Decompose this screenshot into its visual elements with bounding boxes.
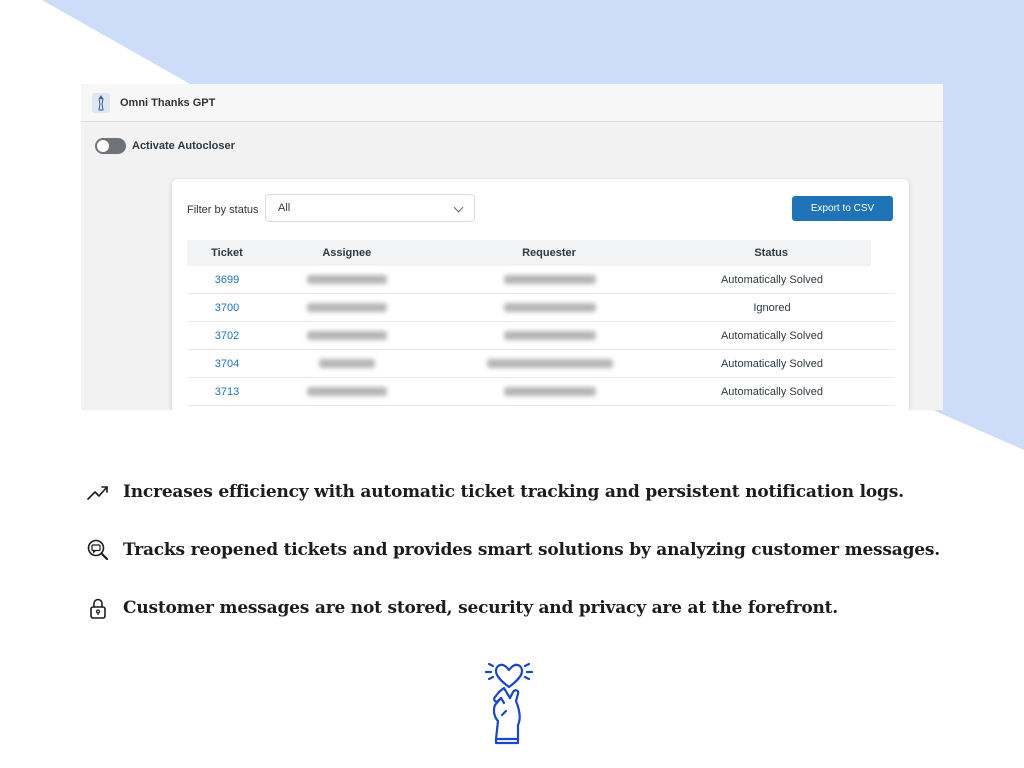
toggle-knob bbox=[97, 140, 109, 152]
requester-cell bbox=[427, 303, 672, 312]
feature-text: Increases efficiency with automatic tick… bbox=[123, 482, 904, 502]
assignee-cell bbox=[267, 303, 427, 312]
redacted-assignee bbox=[319, 359, 375, 368]
filter-label: Filter by status bbox=[187, 204, 259, 216]
table-row: 3699 Automatically Solved bbox=[187, 266, 894, 294]
lock-icon bbox=[90, 598, 106, 619]
requester-cell bbox=[427, 275, 672, 284]
feature-tracking: Tracks reopened tickets and provides sma… bbox=[86, 538, 940, 562]
tickets-card: Filter by status All Export to CSV Ticke… bbox=[172, 179, 909, 410]
assignee-cell bbox=[267, 359, 427, 368]
redacted-assignee bbox=[307, 303, 387, 312]
column-header-status[interactable]: Status bbox=[671, 247, 871, 259]
redacted-assignee bbox=[307, 275, 387, 284]
feature-text: Tracks reopened tickets and provides sma… bbox=[123, 540, 941, 560]
requester-cell bbox=[427, 359, 672, 368]
redacted-assignee bbox=[307, 331, 387, 340]
redacted-requester bbox=[503, 387, 596, 396]
status-filter-select[interactable]: All bbox=[265, 194, 475, 222]
column-header-requester[interactable]: Requester bbox=[427, 247, 672, 259]
assignee-cell bbox=[267, 331, 427, 340]
redacted-requester bbox=[503, 303, 596, 312]
status-cell: Automatically Solved bbox=[720, 357, 824, 370]
table-header: Ticket Assignee Requester Status bbox=[187, 240, 871, 266]
magnifier-message-icon bbox=[87, 539, 109, 561]
trending-up-icon bbox=[87, 486, 108, 500]
table-row: 3713 Automatically Solved bbox=[187, 378, 894, 406]
status-cell: Automatically Solved bbox=[720, 385, 824, 398]
feature-efficiency: Increases efficiency with automatic tick… bbox=[86, 481, 904, 503]
status-cell: Automatically Solved bbox=[720, 329, 824, 342]
tickets-table: Ticket Assignee Requester Status 3699 Au… bbox=[187, 240, 894, 406]
table-row: 3700 Ignored bbox=[187, 294, 894, 322]
redacted-requester bbox=[503, 331, 596, 340]
ticket-link[interactable]: 3699 bbox=[187, 274, 267, 286]
ticket-link[interactable]: 3713 bbox=[187, 386, 267, 398]
status-cell: Ignored bbox=[753, 301, 791, 314]
requester-cell bbox=[427, 387, 672, 396]
autocloser-toggle[interactable] bbox=[95, 138, 126, 154]
chevron-down-icon bbox=[453, 202, 464, 213]
app-header: Omni Thanks GPT bbox=[81, 84, 943, 122]
table-row: 3704 Automatically Solved bbox=[187, 350, 894, 378]
assignee-cell bbox=[267, 387, 427, 396]
requester-cell bbox=[427, 331, 672, 340]
ticket-link[interactable]: 3702 bbox=[187, 330, 267, 342]
autocloser-toggle-label: Activate Autocloser bbox=[132, 140, 235, 152]
ticket-link[interactable]: 3704 bbox=[187, 358, 267, 370]
redacted-requester bbox=[486, 359, 613, 368]
column-header-ticket[interactable]: Ticket bbox=[187, 247, 267, 259]
app-logo-icon bbox=[92, 92, 110, 113]
heart-hand-icon bbox=[484, 662, 534, 745]
feature-privacy: Customer messages are not stored, securi… bbox=[86, 596, 838, 620]
redacted-assignee bbox=[307, 387, 387, 396]
status-filter-value: All bbox=[278, 202, 291, 214]
ticket-link[interactable]: 3700 bbox=[187, 302, 267, 314]
status-cell: Automatically Solved bbox=[720, 273, 824, 286]
redacted-requester bbox=[503, 275, 596, 284]
column-header-assignee[interactable]: Assignee bbox=[267, 247, 427, 259]
export-csv-button[interactable]: Export to CSV bbox=[792, 196, 893, 221]
app-window: Omni Thanks GPT Activate Autocloser Filt… bbox=[81, 84, 943, 410]
assignee-cell bbox=[267, 275, 427, 284]
autocloser-toggle-row: Activate Autocloser bbox=[95, 138, 235, 154]
feature-text: Customer messages are not stored, securi… bbox=[123, 598, 839, 618]
app-title: Omni Thanks GPT bbox=[120, 96, 216, 109]
table-row: 3702 Automatically Solved bbox=[187, 322, 894, 350]
